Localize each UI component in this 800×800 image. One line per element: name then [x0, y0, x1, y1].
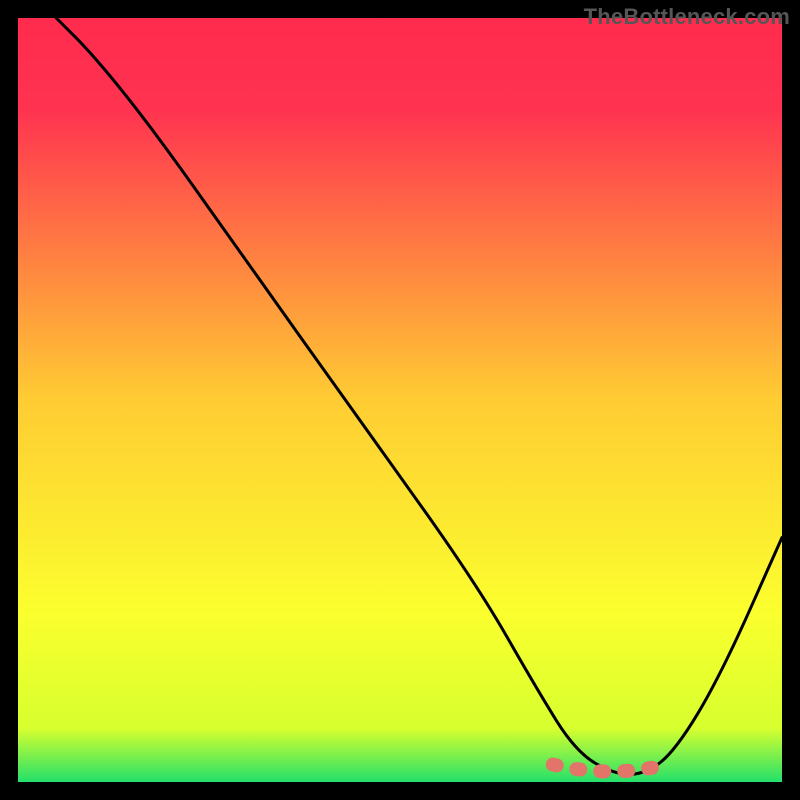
- watermark: TheBottleneck.com: [584, 4, 790, 30]
- bottleneck-curve-chart: [18, 18, 782, 782]
- gradient-background: [18, 18, 782, 782]
- chart-frame: TheBottleneck.com: [0, 0, 800, 800]
